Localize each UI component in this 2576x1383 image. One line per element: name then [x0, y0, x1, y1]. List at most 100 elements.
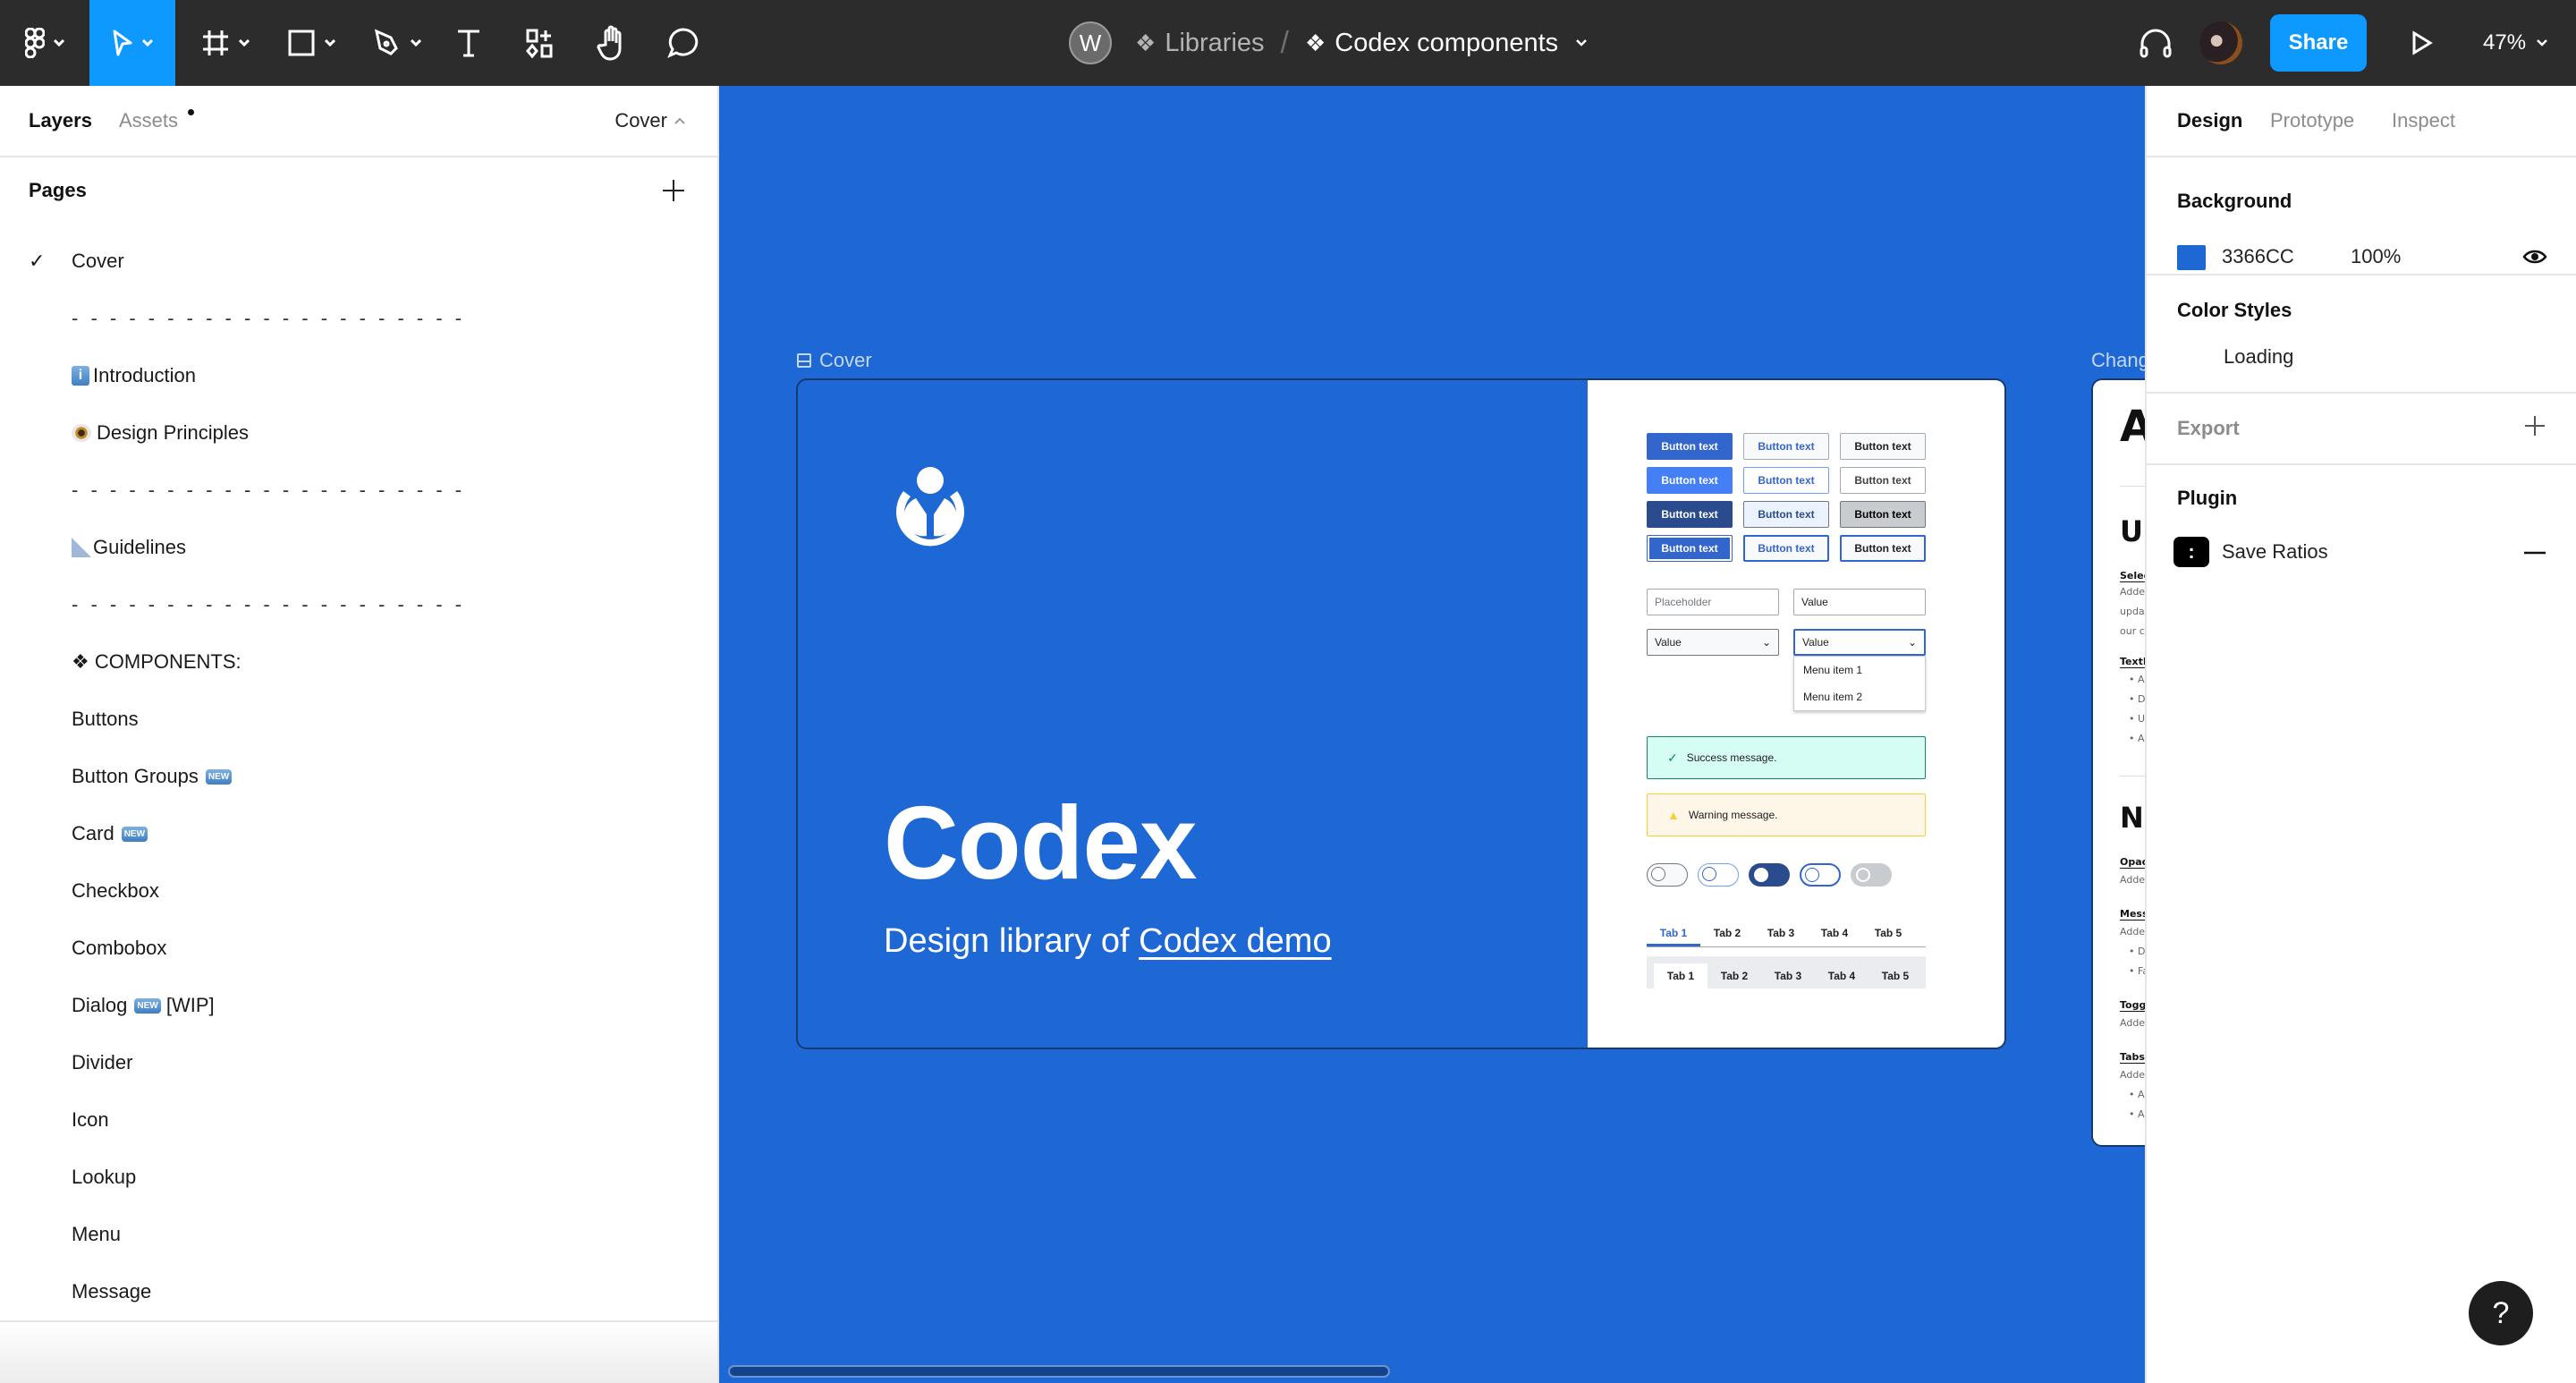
page-label: Cover — [72, 250, 124, 272]
sample-tab: Tab 5 — [1874, 927, 1902, 939]
text-line: updat — [2120, 606, 2145, 617]
comment-tool-button[interactable] — [662, 0, 705, 86]
cover-frame[interactable]: Codex Design library of Codex demo Butto… — [796, 378, 2006, 1049]
breadcrumb: W ❖ Libraries / ❖ Codex components — [1069, 0, 1588, 86]
user-avatar[interactable] — [2199, 21, 2242, 64]
background-color-swatch[interactable] — [2177, 245, 2206, 270]
changelog-list-item: • Fa — [2129, 965, 2145, 977]
layers-section — [0, 1320, 717, 1383]
background-hex-input[interactable]: 3366CC — [2222, 245, 2294, 268]
move-tool-button[interactable] — [89, 0, 175, 86]
page-item-separator[interactable]: - - - - - - - - - - - - - - - - - - - - … — [0, 576, 717, 633]
sample-button: Button text — [1647, 433, 1733, 460]
layers-panel: Layers Assets Cover Pages ✓ Cover - - - -… — [0, 86, 719, 1383]
chevron-down-icon — [54, 39, 64, 47]
add-page-icon[interactable] — [660, 177, 687, 204]
page-item-buttons[interactable]: Buttons — [0, 691, 717, 748]
page-item-menu[interactable]: Menu — [0, 1206, 717, 1263]
changelog-frame[interactable]: A Up Selec Adde updat our c TextI • Ad • D… — [2091, 378, 2145, 1147]
zoom-control[interactable]: 47% — [2483, 0, 2547, 86]
sample-tab: Tab 2 — [1720, 970, 1749, 982]
chevron-down-icon: ⌄ — [1907, 636, 1917, 649]
page-item-card[interactable]: Card NEW — [0, 805, 717, 862]
frame-label-changelog[interactable]: Chang — [2091, 349, 2145, 372]
page-label: Buttons — [72, 708, 139, 730]
help-button[interactable]: ? — [2469, 1281, 2533, 1345]
plugin-name[interactable]: Save Ratios — [2222, 540, 2328, 564]
page-label: - - - - - - - - - - - - - - - - - - - - … — [72, 593, 466, 615]
breadcrumb-file[interactable]: ❖ Codex components — [1305, 29, 1588, 58]
page-item-separator[interactable]: - - - - - - - - - - - - - - - - - - - - … — [0, 290, 717, 347]
tab-prototype[interactable]: Prototype — [2270, 109, 2354, 132]
page-label: - - - - - - - - - - - - - - - - - - - - … — [72, 479, 466, 501]
page-item-design-principles[interactable]: Design Principles — [0, 404, 717, 462]
left-panel-tabs: Layers Assets Cover — [0, 86, 717, 157]
sample-tab: Tab 1 — [1654, 963, 1707, 988]
frame-label-cover[interactable]: Cover — [796, 349, 872, 372]
audio-button[interactable] — [2131, 0, 2181, 86]
chevron-down-icon — [1576, 39, 1588, 47]
color-styles-section: Color Styles Loading — [2147, 276, 2576, 394]
pen-tool-button[interactable] — [361, 0, 433, 86]
page-selector[interactable]: Cover — [614, 109, 685, 132]
breadcrumb-project[interactable]: ❖ Libraries — [1135, 29, 1265, 58]
page-label: Dialog — [72, 994, 128, 1016]
page-item-button-groups[interactable]: Button Groups NEW — [0, 748, 717, 805]
page-item-separator[interactable]: - - - - - - - - - - - - - - - - - - - - … — [0, 462, 717, 519]
sample-warning-message: ▲ Warning message. — [1647, 793, 1926, 836]
horizontal-scrollbar[interactable] — [728, 1365, 1390, 1378]
component-diamond-icon: ❖ — [1135, 29, 1157, 56]
remove-plugin-icon[interactable] — [2524, 551, 2546, 555]
tab-design[interactable]: Design — [2177, 109, 2242, 132]
tab-assets[interactable]: Assets — [119, 109, 178, 132]
hand-tool-button[interactable] — [590, 0, 633, 86]
page-item-checkbox[interactable]: Checkbox — [0, 862, 717, 920]
page-label: Card — [72, 822, 114, 844]
share-button[interactable]: Share — [2270, 14, 2367, 72]
present-button[interactable] — [2401, 0, 2444, 86]
page-label: Divider — [72, 1051, 133, 1073]
background-opacity-input[interactable]: 100% — [2351, 245, 2401, 268]
canvas[interactable]: Cover Codex Design library of Codex demo… — [719, 86, 2145, 1383]
toggle-knob — [1805, 868, 1819, 882]
tab-layers[interactable]: Layers — [29, 109, 92, 132]
text-line: De — [2138, 693, 2145, 705]
text-tool-button[interactable] — [447, 0, 490, 86]
sample-toggle — [1749, 863, 1790, 887]
comment-icon — [667, 28, 699, 58]
team-avatar[interactable]: W — [1069, 21, 1112, 64]
frame-tool-button[interactable] — [190, 0, 261, 86]
page-item-introduction[interactable]: i Introduction — [0, 347, 717, 404]
eye-icon[interactable] — [2522, 249, 2547, 265]
sample-select: Value ⌄ — [1647, 629, 1779, 656]
text-line: Di — [2138, 946, 2145, 957]
sample-tab: Tab 5 — [1881, 970, 1910, 982]
text-line: Up — [2138, 713, 2145, 725]
resources-tool-button[interactable] — [519, 0, 562, 86]
page-item-cover[interactable]: ✓ Cover — [0, 233, 717, 290]
page-item-combobox[interactable]: Combobox — [0, 920, 717, 977]
page-item-message[interactable]: Message — [0, 1263, 717, 1320]
add-export-icon[interactable] — [2524, 415, 2546, 437]
shape-tool-button[interactable] — [275, 0, 347, 86]
changelog-list-item: • Ad — [2129, 1089, 2145, 1100]
changelog-heading: Up — [2120, 514, 2145, 548]
tab-inspect[interactable]: Inspect — [2392, 109, 2455, 132]
page-item-lookup[interactable]: Lookup — [0, 1149, 717, 1206]
current-page-label: Cover — [614, 109, 667, 132]
sample-button: Button text — [1647, 467, 1733, 494]
changelog-list-item: • De — [2129, 693, 2145, 705]
pages-title: Pages — [29, 179, 87, 201]
changelog-list-item: • Ad — [2129, 733, 2145, 744]
page-label: Button Groups — [72, 765, 199, 787]
codex-demo-link[interactable]: Codex demo — [1139, 922, 1331, 960]
page-item-components[interactable]: ❖ COMPONENTS: — [0, 633, 717, 691]
page-item-guidelines[interactable]: Guidelines — [0, 519, 717, 576]
page-item-divider[interactable]: Divider — [0, 1034, 717, 1091]
page-item-dialog[interactable]: Dialog NEW [WIP] — [0, 977, 717, 1034]
main-menu-button[interactable] — [16, 0, 73, 86]
subtitle-text: Design library of — [884, 922, 1140, 960]
page-item-icon[interactable]: Icon — [0, 1091, 717, 1149]
text-line: Ad — [2138, 674, 2145, 685]
color-styles-status: Loading — [2224, 345, 2294, 368]
